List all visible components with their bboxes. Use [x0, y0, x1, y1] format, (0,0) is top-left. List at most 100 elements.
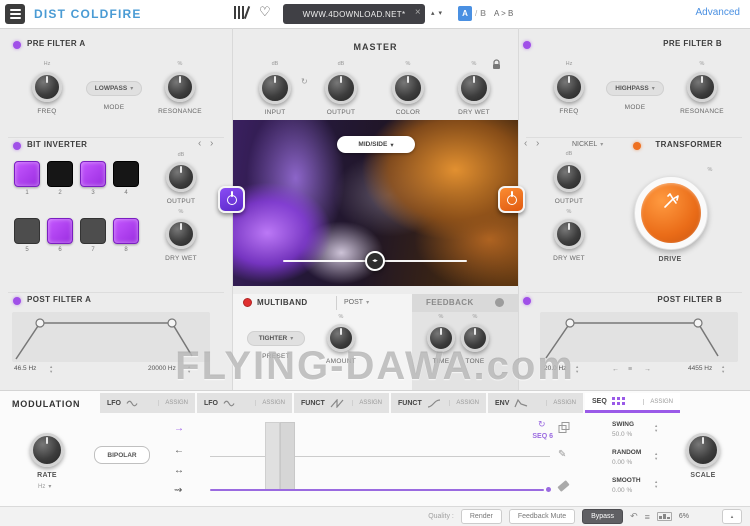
mod-route-left-icon[interactable]: ← — [174, 446, 184, 456]
copy-icon[interactable] — [558, 421, 570, 439]
bit-pad[interactable] — [113, 161, 139, 187]
pencil-icon[interactable]: ✎ — [558, 449, 566, 460]
pre-filter-b-mode-dropdown[interactable]: HIGHPASS ▾ — [606, 81, 664, 96]
feedback-time-knob[interactable] — [427, 324, 455, 352]
multiband-enable-led[interactable] — [243, 298, 252, 307]
stepper-down-icon[interactable]: ▾ — [655, 456, 657, 462]
pre-filter-b-freq-knob[interactable] — [554, 72, 584, 102]
cpu-meter-icon[interactable] — [656, 512, 672, 521]
stepper-down-icon[interactable]: ▾ — [655, 484, 657, 490]
advanced-button[interactable]: Advanced — [696, 7, 740, 18]
bit-pad[interactable] — [14, 161, 40, 187]
master-color-knob[interactable] — [392, 72, 424, 104]
seq-position-bar[interactable] — [210, 489, 544, 491]
stepper-down-icon[interactable]: ▾ — [576, 369, 578, 375]
freq-stepper[interactable]: ▴ ▾ — [188, 364, 190, 375]
left-chain-power-button[interactable] — [218, 186, 245, 213]
pre-filter-a-resonance-knob[interactable] — [165, 72, 195, 102]
pre-filter-b-resonance-knob[interactable] — [687, 72, 717, 102]
routing-mode-dropdown[interactable]: MID/SIDE ▾ — [337, 136, 415, 153]
bit-pad[interactable] — [80, 161, 106, 187]
mod-route-right-icon[interactable]: → — [174, 424, 184, 434]
random-stepper[interactable]: ▴ ▾ — [655, 451, 657, 462]
feedback-tone-knob[interactable] — [461, 324, 489, 352]
modulation-scale-knob[interactable] — [686, 433, 720, 467]
library-icon[interactable] — [234, 6, 251, 19]
bit-pad[interactable] — [113, 218, 139, 244]
list-menu-icon[interactable]: ≡ — [628, 366, 632, 373]
preset-next-icon[interactable]: ▾ — [439, 9, 443, 17]
smooth-stepper[interactable]: ▴ ▾ — [655, 479, 657, 490]
transformer-output-knob[interactable] — [554, 162, 584, 192]
multiband-preset-dropdown[interactable]: TIGHTER ▾ — [247, 331, 305, 346]
nav-left-icon[interactable]: ← — [612, 366, 619, 373]
tab-lfo-1[interactable]: LFO ASSIGN — [100, 393, 195, 413]
pre-filter-a-enable-led[interactable] — [13, 41, 21, 49]
close-icon[interactable]: × — [415, 7, 421, 18]
module-prev-icon[interactable]: ‹ — [198, 139, 201, 149]
mod-route-both-icon[interactable]: ↔ — [174, 466, 184, 476]
bipolar-button[interactable]: BIPOLAR — [94, 446, 150, 464]
module-next-icon[interactable]: › — [536, 139, 539, 149]
ab-toggle-a[interactable]: A — [458, 6, 472, 21]
bit-pad[interactable] — [47, 161, 73, 187]
module-next-icon[interactable]: › — [210, 139, 213, 149]
master-drywet-knob[interactable] — [458, 72, 490, 104]
master-input-knob[interactable] — [259, 72, 291, 104]
seq-step-bar[interactable] — [265, 422, 280, 490]
module-prev-icon[interactable]: ‹ — [524, 139, 527, 149]
swing-stepper[interactable]: ▴ ▾ — [655, 423, 657, 434]
pre-filter-a-freq-knob[interactable] — [32, 72, 62, 102]
tab-sequencer[interactable]: SEQ ASSIGN — [585, 393, 680, 413]
bit-inverter-output-knob[interactable] — [166, 162, 196, 192]
freq-stepper[interactable]: ▴ ▾ — [722, 364, 724, 375]
feedback-enable-led[interactable] — [495, 298, 504, 307]
transformer-drywet-knob[interactable] — [554, 219, 584, 249]
transformer-drive-knob[interactable] — [634, 176, 708, 250]
bit-pad[interactable] — [80, 218, 106, 244]
main-menu-button[interactable] — [5, 4, 25, 24]
post-filter-b-curve[interactable] — [540, 312, 738, 362]
bit-inverter-drywet-knob[interactable] — [166, 219, 196, 249]
post-filter-b-enable-led[interactable] — [523, 297, 531, 305]
post-filter-a-enable-led[interactable] — [13, 297, 21, 305]
feedback-mute-button[interactable]: Feedback Mute — [508, 509, 576, 524]
modulation-rate-knob[interactable] — [30, 433, 64, 467]
bit-inverter-enable-led[interactable] — [13, 142, 21, 150]
tab-envelope[interactable]: ENV ASSIGN — [488, 393, 583, 413]
tab-function-1[interactable]: FUNCT ASSIGN — [294, 393, 389, 413]
favorite-heart-icon[interactable]: ♡ — [259, 4, 271, 20]
eraser-icon[interactable] — [557, 480, 570, 492]
render-button[interactable]: Render — [460, 509, 502, 524]
rate-unit-dropdown[interactable]: Hz ▾ — [38, 483, 51, 491]
ab-copy-button[interactable]: A > B — [494, 9, 513, 18]
pre-filter-b-enable-led[interactable] — [523, 41, 531, 49]
bit-pad[interactable] — [14, 218, 40, 244]
bit-pad[interactable] — [47, 218, 73, 244]
seq-step-bar[interactable] — [280, 422, 295, 490]
stepper-down-icon[interactable]: ▾ — [188, 369, 190, 375]
menu-icon[interactable]: ≡ — [645, 512, 650, 522]
nav-right-icon[interactable]: → — [644, 366, 651, 373]
preset-prev-icon[interactable]: ▴ — [431, 9, 435, 17]
right-chain-power-button[interactable] — [498, 186, 525, 213]
preset-name-display[interactable]: WWW.4DOWNLOAD.NET* × — [283, 4, 425, 24]
tab-lfo-2[interactable]: LFO ASSIGN — [197, 393, 292, 413]
collapse-panel-button[interactable]: ▴ — [722, 509, 742, 524]
stepper-down-icon[interactable]: ▾ — [655, 428, 657, 434]
undo-icon[interactable]: ↶ — [630, 511, 638, 522]
mod-route-random-icon[interactable]: ⇝ — [174, 486, 182, 496]
link-icon[interactable]: ↻ — [301, 77, 308, 86]
lock-icon[interactable] — [492, 57, 501, 75]
ab-toggle-b[interactable]: B — [480, 9, 486, 18]
feedback-title[interactable]: FEEDBACK — [426, 298, 474, 307]
mix-slider-handle[interactable]: ◂▸ — [365, 251, 385, 271]
master-output-knob[interactable] — [325, 72, 357, 104]
freq-stepper[interactable]: ▴ ▾ — [576, 364, 578, 375]
stepper-down-icon[interactable]: ▾ — [50, 369, 52, 375]
bypass-button[interactable]: Bypass — [582, 509, 624, 524]
stepper-down-icon[interactable]: ▾ — [722, 369, 724, 375]
pre-filter-a-mode-dropdown[interactable]: LOWPASS ▾ — [86, 81, 142, 96]
loop-icon[interactable]: ↻ — [538, 419, 546, 430]
post-filter-a-curve[interactable] — [12, 312, 210, 362]
